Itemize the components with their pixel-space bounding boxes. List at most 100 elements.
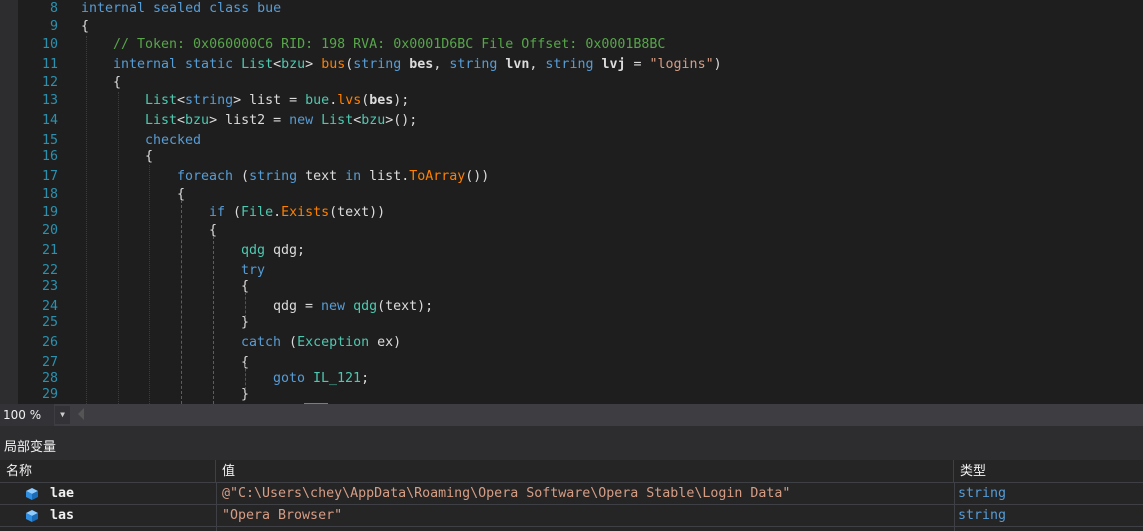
locals-row[interactable]: las "Opera Browser" string: [0, 505, 1143, 527]
code-token: ToArray: [409, 169, 466, 184]
variable-cube-icon: [26, 510, 38, 522]
code-line[interactable]: if (File.Exists(text)): [209, 204, 385, 222]
code-token: List: [321, 113, 354, 128]
line-number: 13: [41, 93, 58, 108]
code-token: string: [185, 93, 234, 108]
code-token: ,: [433, 57, 450, 72]
line-number: 23: [41, 279, 58, 294]
code-line[interactable]: checked: [145, 132, 201, 150]
horizontal-scrollbar[interactable]: [72, 406, 1143, 424]
variable-name: las: [50, 508, 75, 523]
code-token: bes: [369, 93, 394, 108]
column-header-value[interactable]: 值: [216, 460, 954, 483]
line-number: 25: [41, 315, 58, 330]
code-line[interactable]: internal static List<bzu> bus(string bes…: [113, 56, 722, 74]
indent-guide: [213, 236, 214, 404]
indent-guide: [181, 200, 182, 404]
variable-value[interactable]: @"C:\Users\chey\AppData\Roaming\Opera So…: [222, 483, 950, 505]
code-line[interactable]: goto IL_121;: [273, 370, 369, 388]
code-token: .: [273, 205, 282, 220]
column-divider: [954, 483, 955, 531]
code-token: if: [209, 205, 234, 220]
code-token: <: [177, 93, 186, 108]
code-line[interactable]: {: [81, 18, 89, 36]
code-token: >();: [385, 113, 418, 128]
code-token: ex): [377, 335, 402, 350]
line-number: 20: [41, 223, 58, 238]
code-token: <: [177, 113, 186, 128]
code-token: catch: [241, 335, 290, 350]
code-line[interactable]: qdg qdg;: [241, 242, 305, 260]
code-token: string: [249, 169, 306, 184]
code-token: List: [145, 93, 178, 108]
code-token: {: [81, 19, 90, 34]
line-number: 10: [41, 37, 58, 52]
variable-type: string: [958, 486, 1007, 501]
code-token: .: [329, 93, 338, 108]
code-line[interactable]: {: [145, 148, 153, 166]
scroll-left-arrow-icon[interactable]: [78, 408, 84, 420]
code-token: text: [305, 169, 346, 184]
line-number: 26: [41, 335, 58, 350]
code-token: (text)): [329, 205, 386, 220]
code-line[interactable]: internal sealed class bue: [81, 0, 281, 18]
code-token: List: [241, 57, 274, 72]
variable-name: lae: [50, 486, 75, 501]
locals-panel-title: 局部变量: [0, 436, 1143, 460]
code-line[interactable]: qdg = new qdg(text);: [273, 298, 433, 316]
code-line[interactable]: List<bzu> list2 = new List<bzu>();: [145, 112, 417, 130]
line-number: 19: [41, 205, 58, 220]
editor-left-margin: [0, 0, 18, 404]
column-header-type[interactable]: 类型: [954, 460, 1143, 483]
code-token: foreach: [177, 169, 242, 184]
zoom-level[interactable]: 100 %: [0, 404, 54, 426]
code-token: try: [241, 263, 266, 278]
code-line[interactable]: {: [113, 74, 121, 92]
code-line[interactable]: foreach (string text in list.ToArray()): [177, 168, 489, 186]
code-line[interactable]: // Token: 0x060000C6 RID: 198 RVA: 0x000…: [113, 36, 665, 54]
code-token: string: [353, 57, 410, 72]
panel-separator[interactable]: [0, 426, 1143, 436]
variable-type: string: [958, 508, 1007, 523]
code-token: ): [713, 57, 722, 72]
line-number: 29: [41, 387, 58, 402]
code-token: lvj: [601, 57, 626, 72]
code-token: string: [545, 57, 602, 72]
code-token: bzu: [185, 113, 210, 128]
code-token: internal sealed class bue: [81, 1, 282, 16]
code-token: IL_121: [313, 371, 362, 386]
code-token: "logins": [649, 57, 714, 72]
code-token: // Token: 0x060000C6 RID: 198 RVA: 0x000…: [113, 37, 666, 52]
code-editor[interactable]: internal sealed class bue { // Token: 0x06…: [0, 0, 1143, 404]
zoom-dropdown-arrow-icon[interactable]: ▼: [55, 406, 70, 424]
code-token: (text);: [377, 299, 434, 314]
code-token: in: [345, 169, 370, 184]
code-token: >: [305, 57, 322, 72]
column-header-name[interactable]: 名称: [0, 460, 216, 483]
code-token: =: [625, 57, 650, 72]
code-line[interactable]: catch (Exception ex): [241, 334, 401, 352]
code-token: ()): [465, 169, 490, 184]
code-token: goto: [273, 371, 314, 386]
code-token: (: [233, 205, 242, 220]
code-token: bes: [409, 57, 434, 72]
locals-row[interactable]: lae @"C:\Users\chey\AppData\Roaming\Oper…: [0, 483, 1143, 505]
code-token: internal static: [113, 57, 242, 72]
variable-value[interactable]: "Opera Browser": [222, 505, 950, 527]
code-token: (: [241, 169, 250, 184]
code-line[interactable]: List<string> list = bue.lvs(bes);: [145, 92, 409, 110]
code-token: (: [289, 335, 298, 350]
code-token: bus: [321, 57, 346, 72]
code-token: bzu: [361, 113, 386, 128]
code-token: new: [321, 299, 354, 314]
code-token: lvn: [505, 57, 530, 72]
code-token: new: [289, 113, 322, 128]
line-number: 11: [41, 57, 58, 72]
code-token: Exception: [297, 335, 378, 350]
indent-guide: [149, 165, 150, 404]
line-number: 12: [41, 75, 58, 90]
code-token: > list2 =: [209, 113, 290, 128]
indent-guide: [86, 36, 87, 404]
line-number: 8: [49, 1, 58, 16]
line-number: 18: [41, 187, 58, 202]
